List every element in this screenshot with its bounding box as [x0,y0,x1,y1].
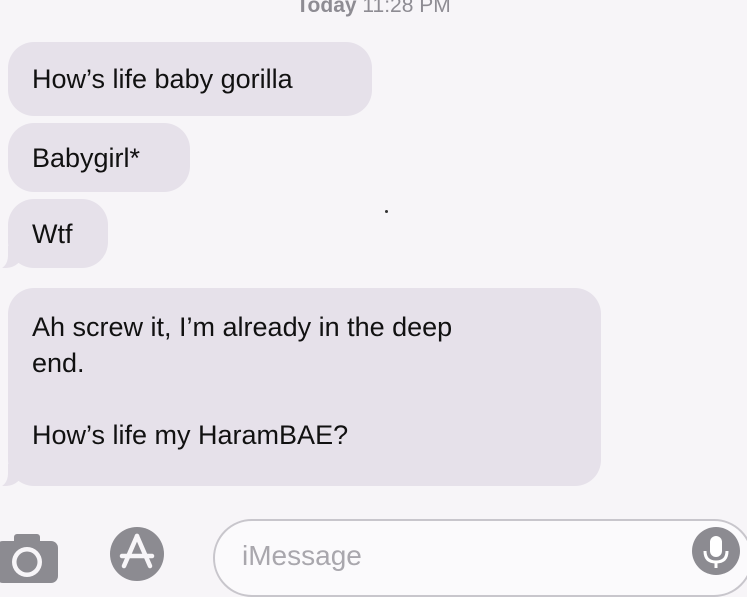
app-store-button[interactable] [103,520,171,588]
timestamp-day: Today [296,0,357,17]
message-text-line: How’s life my HaramBAE? [32,420,349,450]
message-text: Wtf [32,218,73,249]
app-store-icon [110,527,164,581]
message-text-line: Ah screw it, I’m already in the deep [32,312,453,342]
message-text: Babygirl* [32,142,141,173]
message-bubble-1[interactable]: How’s life baby gorilla [8,42,372,116]
timestamp-time: 11:28 PM [362,0,451,17]
microphone-icon [703,536,729,568]
camera-icon [0,534,58,583]
message-bubble-2[interactable]: Babygirl* [8,123,190,192]
dictation-button[interactable] [692,527,740,575]
message-bubble-3[interactable]: Wtf [0,199,108,270]
compose-toolbar: iMessage [0,505,747,597]
message-bubble-4[interactable]: Ah screw it, I’m already in the deep end… [0,288,601,488]
message-input-placeholder: iMessage [242,540,362,571]
message-input[interactable]: iMessage [213,519,747,597]
conversation-timestamp: Today 11:28 PM [0,0,747,18]
message-text-line: end. [32,348,85,378]
screen-speck [385,210,388,213]
camera-button[interactable] [0,531,60,585]
message-text: How’s life baby gorilla [32,64,293,94]
